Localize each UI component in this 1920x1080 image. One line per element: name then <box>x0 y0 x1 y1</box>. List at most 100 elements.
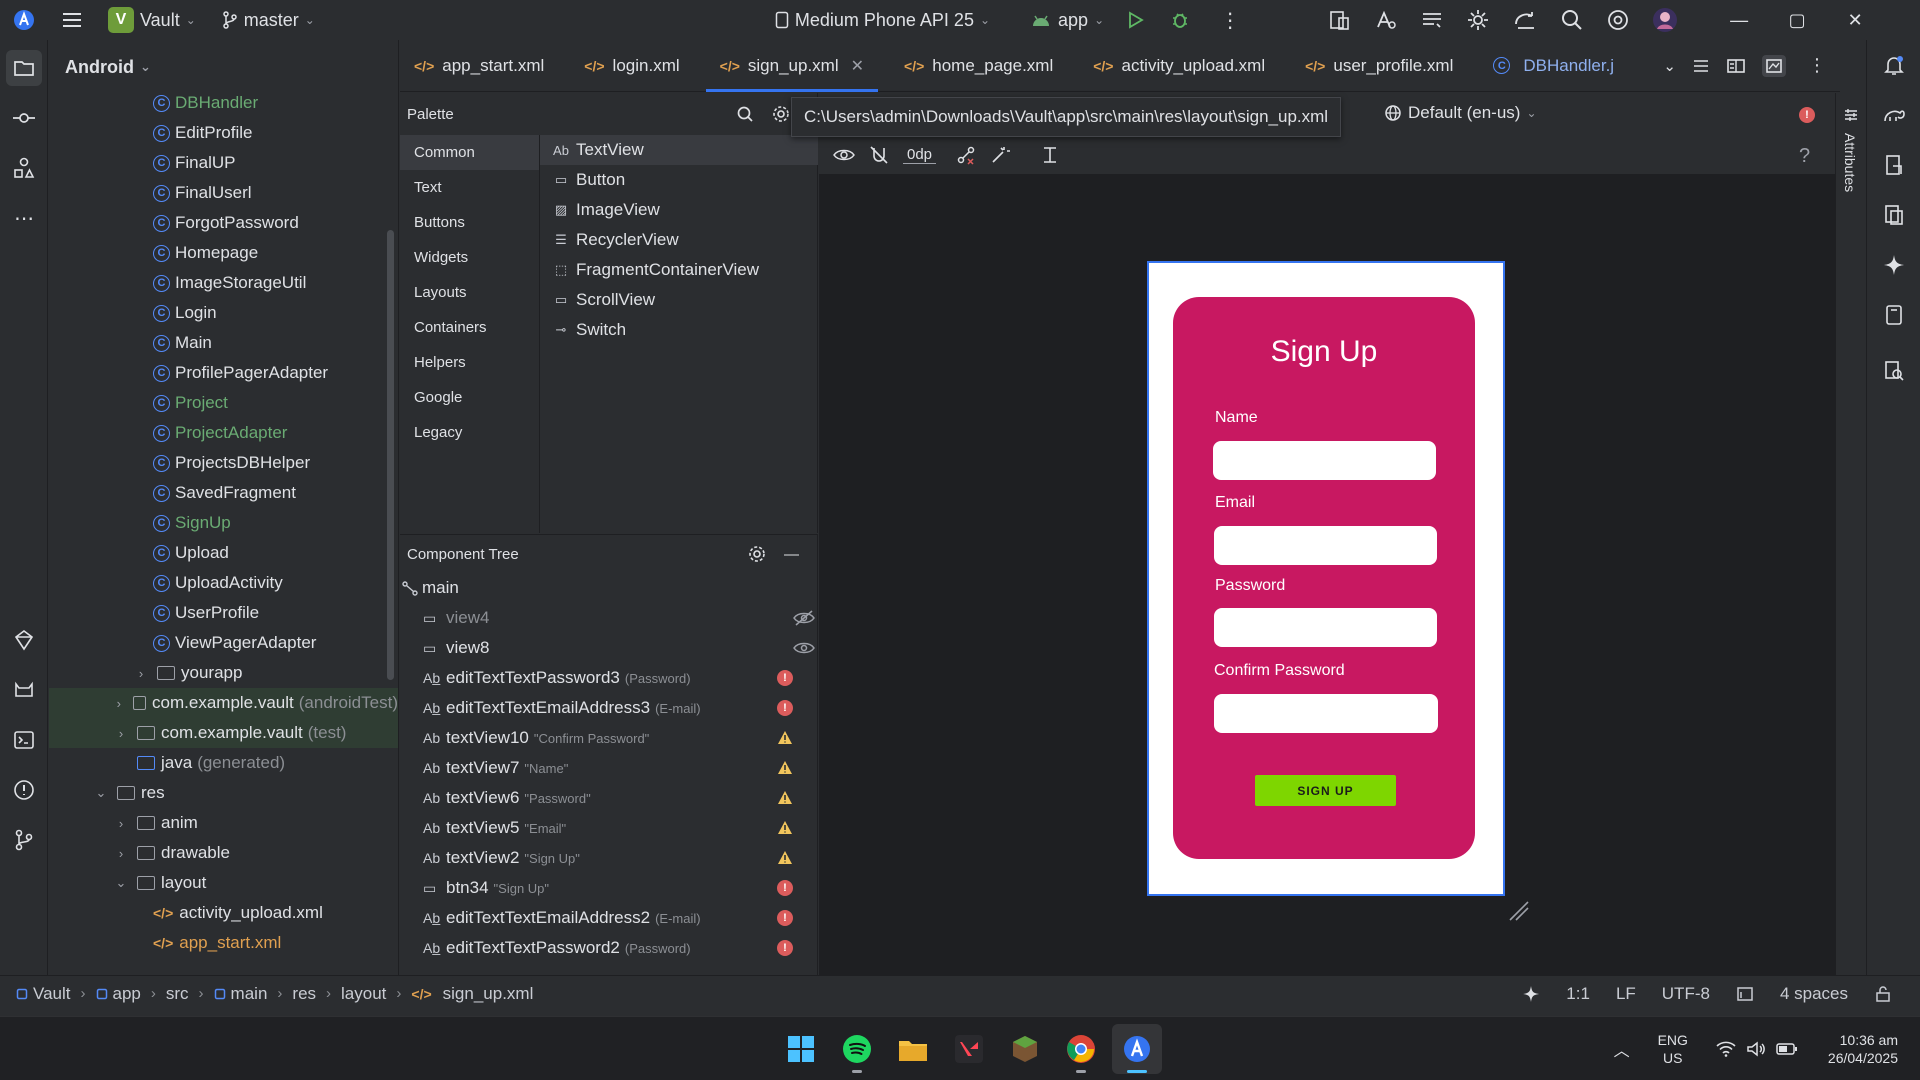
chevron-down-icon[interactable]: ⌄ <box>93 785 109 801</box>
clear-constraints-icon[interactable] <box>956 145 976 165</box>
eye-icon[interactable] <box>833 146 855 164</box>
eye-icon[interactable] <box>793 640 815 656</box>
editor-more-icon[interactable]: ⋮ <box>1808 55 1826 76</box>
run-icon[interactable] <box>1126 11 1156 29</box>
ai-sparkle-icon[interactable] <box>1522 985 1540 1003</box>
error-icon[interactable]: ! <box>777 880 793 896</box>
project-tree-item[interactable]: C ProjectAdapter <box>49 418 398 448</box>
project-tree-item[interactable]: C UploadActivity <box>49 568 398 598</box>
component-tree-item[interactable]: Ab textView2 "Sign Up" <box>400 843 817 873</box>
indent-setting[interactable]: 4 spaces <box>1780 984 1848 1004</box>
component-tree-item[interactable]: Ab textView7 "Name" <box>400 753 817 783</box>
warning-icon[interactable] <box>777 730 793 746</box>
error-icon[interactable]: ! <box>777 700 793 716</box>
project-tree-item[interactable]: </> app_start.xml <box>49 928 398 958</box>
project-tree-item[interactable]: C EditProfile <box>49 118 398 148</box>
project-tree-item[interactable]: C FinalUP <box>49 148 398 178</box>
palette-item[interactable]: ⊸ Switch <box>540 315 818 345</box>
project-tree-item[interactable]: java (generated) <box>49 748 398 778</box>
component-tree-item[interactable]: Ab textView10 "Confirm Password" <box>400 723 817 753</box>
component-tree-item[interactable]: Ab̲ editTextTextEmailAddress3 (E-mail)! <box>400 693 817 723</box>
palette-category[interactable]: Helpers <box>400 345 539 380</box>
project-tree-item[interactable]: C ViewPagerAdapter <box>49 628 398 658</box>
reader-mode-icon[interactable] <box>1736 986 1754 1002</box>
spotify-icon[interactable] <box>832 1024 882 1074</box>
palette-item[interactable]: ▭ ScrollView <box>540 285 818 315</box>
project-tree-item[interactable]: C DBHandler <box>49 88 398 118</box>
breadcrumb-item[interactable]: app <box>96 984 141 1004</box>
gear-icon[interactable] <box>748 545 766 563</box>
debug-icon[interactable] <box>1170 10 1200 30</box>
palette-category[interactable]: Layouts <box>400 275 539 310</box>
logcat-icon[interactable] <box>1420 8 1444 32</box>
warning-icon[interactable] <box>777 790 793 806</box>
palette-item[interactable]: ▭ Button <box>540 165 818 195</box>
locale-selector[interactable]: Default (en-us) ⌄ <box>1384 103 1537 123</box>
problems-icon[interactable] <box>0 765 48 815</box>
chrome-icon[interactable] <box>1056 1024 1106 1074</box>
project-scrollbar[interactable] <box>387 230 394 680</box>
version-control-icon[interactable] <box>0 815 48 865</box>
default-margin-value[interactable]: 0dp <box>903 146 937 164</box>
project-tree-item[interactable]: </> activity_upload.xml <box>49 898 398 928</box>
translate-icon[interactable] <box>1374 8 1398 32</box>
palette-category[interactable]: Common <box>400 135 539 170</box>
project-tree-item[interactable]: C Project <box>49 388 398 418</box>
chevron-right-icon[interactable]: › <box>133 666 149 681</box>
android-studio-taskbar-icon[interactable] <box>1112 1023 1162 1074</box>
device-selector[interactable]: Medium Phone API 25 ⌄ <box>775 10 990 31</box>
resize-handle-icon[interactable] <box>1508 900 1530 922</box>
tab-list-chevron-icon[interactable]: ⌄ <box>1663 57 1676 75</box>
palette-item[interactable]: ☰ RecyclerView <box>540 225 818 255</box>
windows-start-icon[interactable] <box>776 1024 826 1074</box>
close-window-button[interactable]: ✕ <box>1826 0 1884 40</box>
component-tree-item[interactable]: Ab̲ editTextTextPassword2 (Password)! <box>400 933 817 963</box>
palette-item[interactable]: ▨ ImageView <box>540 195 818 225</box>
component-tree-root[interactable]: main <box>400 573 817 603</box>
project-tree-item[interactable]: › com.example.vault (test) <box>49 718 398 748</box>
device-file-explorer-icon[interactable] <box>1867 140 1920 190</box>
editor-tab[interactable]: </> home_page.xml <box>890 40 1067 92</box>
component-tree-item[interactable]: Ab̲ editTextTextPassword3 (Password)! <box>400 663 817 693</box>
project-tree-item[interactable]: C Main <box>49 328 398 358</box>
gemini-icon[interactable] <box>0 615 48 665</box>
project-tree-item[interactable]: ⌄ res <box>49 778 398 808</box>
eye-hidden-icon[interactable] <box>793 610 815 626</box>
breadcrumb-item[interactable]: Vault <box>16 984 71 1004</box>
branch-selector[interactable]: master ⌄ <box>222 10 315 31</box>
gemini-sparkle-icon[interactable] <box>1867 240 1920 290</box>
component-tree-item[interactable]: ▭ view8 <box>400 633 817 663</box>
maximize-button[interactable]: ▢ <box>1768 0 1826 40</box>
project-selector[interactable]: V Vault ⌄ <box>108 7 196 33</box>
confirm-password-field[interactable] <box>1214 694 1438 733</box>
editor-tab[interactable]: </> login.xml <box>570 40 693 92</box>
error-icon[interactable]: ! <box>777 670 793 686</box>
user-avatar-icon[interactable] <box>1652 7 1678 33</box>
email-field[interactable] <box>1214 526 1437 565</box>
terminal-icon[interactable] <box>0 715 48 765</box>
editor-tab[interactable]: C DBHandler.j <box>1479 40 1628 92</box>
password-field[interactable] <box>1214 608 1437 647</box>
clock[interactable]: 10:36 am 26/04/2025 <box>1828 1031 1898 1067</box>
palette-category[interactable]: Text <box>400 170 539 205</box>
chevron-right-icon[interactable]: › <box>113 846 129 861</box>
signup-button[interactable]: SIGN UP <box>1255 775 1396 806</box>
ide-settings-icon[interactable] <box>1606 8 1630 32</box>
project-tree-item[interactable]: › yourapp <box>49 658 398 688</box>
project-tool-button[interactable] <box>0 43 48 93</box>
more-tools-icon[interactable]: ⋯ <box>0 193 48 243</box>
logcat-cat-icon[interactable] <box>0 665 48 715</box>
gear-icon[interactable] <box>772 105 790 123</box>
settings-gear-icon[interactable] <box>1466 8 1490 32</box>
close-tab-icon[interactable]: ✕ <box>851 56 864 76</box>
gradle-icon[interactable] <box>1867 90 1920 140</box>
running-devices-icon[interactable] <box>1867 190 1920 240</box>
chevron-right-icon[interactable]: › <box>113 696 125 711</box>
project-tree-item[interactable]: C ProfilePagerAdapter <box>49 358 398 388</box>
project-tree-item[interactable]: › com.example.vault (androidTest) <box>49 688 398 718</box>
error-indicator-icon[interactable]: ! <box>1799 107 1815 123</box>
resource-manager-button[interactable] <box>0 143 48 193</box>
project-tree-item[interactable]: C FinalUserl <box>49 178 398 208</box>
error-icon[interactable]: ! <box>777 940 793 956</box>
notifications-icon[interactable] <box>1867 40 1920 90</box>
